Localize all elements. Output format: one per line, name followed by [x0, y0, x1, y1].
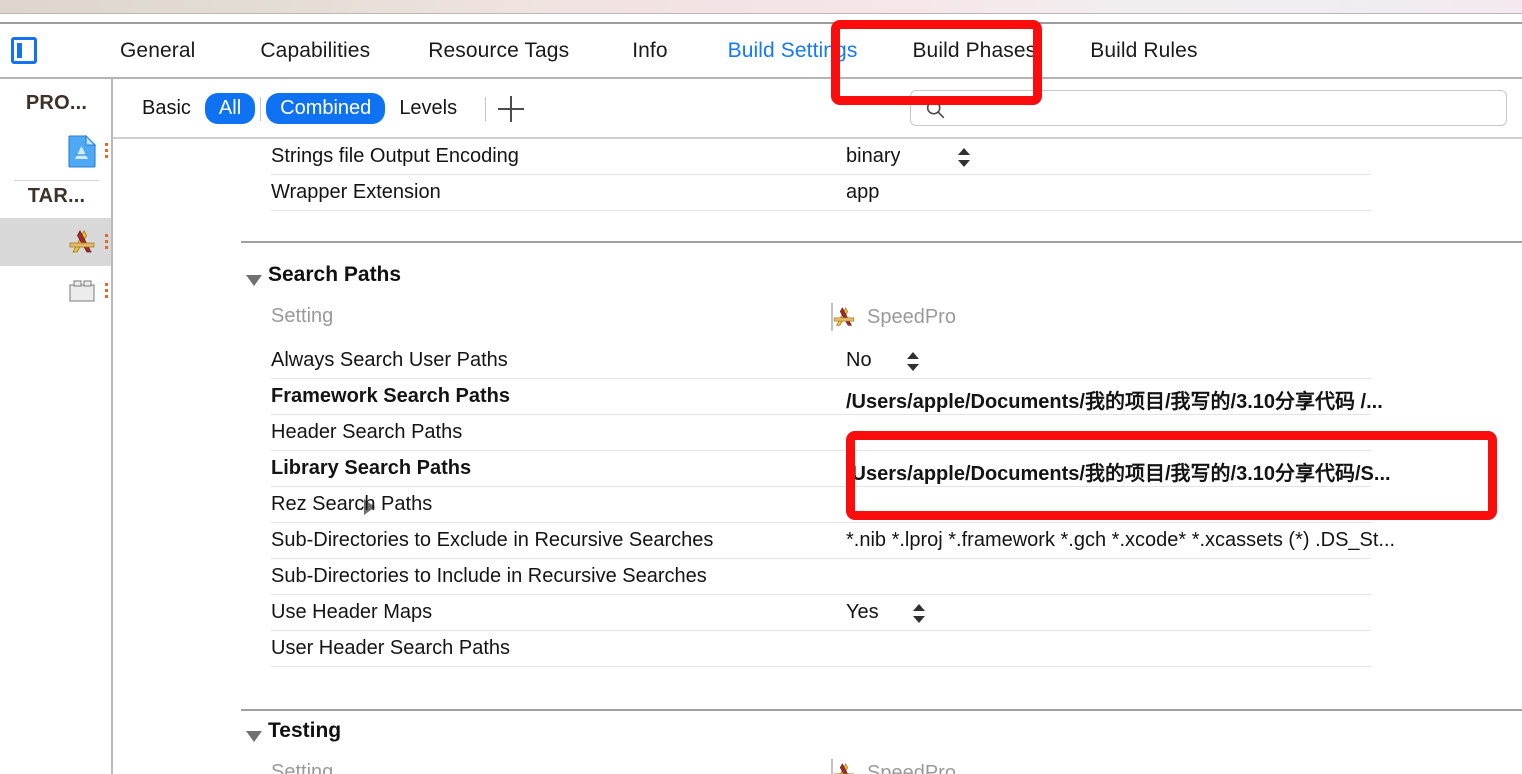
- setting-name: Library Search Paths: [271, 457, 471, 480]
- table-row[interactable]: Wrapper Extension app: [113, 175, 1522, 211]
- row-divider: [271, 210, 1371, 211]
- column-header-target-label: SpeedPro: [867, 306, 956, 329]
- tab-build-settings[interactable]: Build Settings: [728, 39, 858, 63]
- xcode-app-target-icon: [65, 225, 99, 259]
- setting-name: Wrapper Extension: [271, 181, 441, 204]
- column-header-target-label: SpeedPro: [867, 762, 956, 774]
- setting-name: User Header Search Paths: [271, 637, 510, 660]
- sidebar-item-project[interactable]: [0, 127, 111, 175]
- table-row[interactable]: Library Search Paths /Users/apple/Docume…: [113, 451, 1522, 487]
- show-navigator-icon[interactable]: [11, 37, 37, 64]
- editor-tab-bar: General Capabilities Resource Tags Info …: [0, 24, 1522, 78]
- segment-basic[interactable]: Basic: [128, 93, 205, 124]
- setting-value[interactable]: Yes: [846, 601, 879, 624]
- setting-name: Rez Search Paths: [271, 493, 432, 516]
- xcode-project-editor-window: General Capabilities Resource Tags Info …: [0, 0, 1522, 774]
- tab-build-phases[interactable]: Build Phases: [912, 39, 1036, 63]
- segment-separator-1: [260, 97, 261, 121]
- xcode-app-target-icon: [830, 303, 858, 331]
- table-row[interactable]: Strings file Output Encoding binary: [113, 139, 1522, 175]
- table-row[interactable]: User Header Search Paths: [113, 631, 1522, 667]
- segment-levels[interactable]: Levels: [385, 93, 471, 124]
- sidebar-section-targets: TAR...: [0, 185, 113, 208]
- column-header-target: SpeedPro: [830, 303, 956, 331]
- column-header-target: SpeedPro: [830, 759, 956, 774]
- add-build-setting-button[interactable]: [498, 96, 524, 122]
- setting-name: Framework Search Paths: [271, 385, 510, 408]
- editor-tabs: General Capabilities Resource Tags Info …: [120, 24, 1198, 78]
- setting-value[interactable]: app: [846, 181, 879, 204]
- setting-name: Use Header Maps: [271, 601, 432, 624]
- setting-value[interactable]: /Users/apple/Documents/我的项目/我写的/3.10分享代码…: [846, 457, 1391, 486]
- setting-name: Sub-Directories to Include in Recursive …: [271, 565, 707, 588]
- setting-value[interactable]: *.nib *.lproj *.framework *.gch *.xcode*…: [846, 529, 1395, 552]
- xcode-test-bundle-icon: [65, 274, 99, 308]
- chevron-down-icon[interactable]: [246, 275, 262, 286]
- project-status-dots: [105, 143, 108, 159]
- sidebar-item-target-tests[interactable]: [0, 267, 111, 315]
- column-header-setting: Setting: [271, 305, 333, 328]
- stepper-icon[interactable]: [907, 352, 920, 371]
- sidebar-divider: [14, 180, 99, 181]
- segment-combined[interactable]: Combined: [266, 93, 385, 124]
- column-header-setting: Setting: [271, 761, 333, 774]
- build-settings-list[interactable]: Strings file Output Encoding binary Wrap…: [113, 139, 1522, 774]
- table-row[interactable]: Always Search User Paths No: [113, 343, 1522, 379]
- build-settings-filter-bar: Basic All Combined Levels: [113, 79, 1522, 138]
- section-separator: [241, 709, 1522, 711]
- setting-name: Strings file Output Encoding: [271, 145, 519, 168]
- build-settings-segmented-controls: Basic All Combined Levels: [128, 79, 524, 138]
- window-top-gradient-strip: [0, 0, 1522, 13]
- tab-capabilities[interactable]: Capabilities: [260, 39, 370, 63]
- table-row[interactable]: Rez Search Paths: [113, 487, 1522, 523]
- chevron-down-icon[interactable]: [246, 731, 262, 742]
- build-settings-search-field[interactable]: [910, 90, 1507, 126]
- table-row[interactable]: Sub-Directories to Exclude in Recursive …: [113, 523, 1522, 559]
- section-separator: [241, 241, 1522, 243]
- xcode-app-target-icon: [830, 759, 858, 774]
- section-title-testing: Testing: [268, 719, 341, 743]
- table-row[interactable]: Use Header Maps Yes: [113, 595, 1522, 631]
- target-status-dots: [105, 234, 108, 250]
- segment-all[interactable]: All: [205, 93, 255, 124]
- setting-value[interactable]: binary: [846, 145, 900, 168]
- tab-info[interactable]: Info: [632, 39, 667, 63]
- section-title-search-paths: Search Paths: [268, 263, 401, 287]
- setting-name: Header Search Paths: [271, 421, 462, 444]
- setting-name: Sub-Directories to Exclude in Recursive …: [271, 529, 713, 552]
- segment-separator-2: [485, 97, 486, 121]
- table-row[interactable]: Framework Search Paths /Users/apple/Docu…: [113, 379, 1522, 415]
- tests-status-dots: [105, 283, 108, 299]
- table-row[interactable]: Sub-Directories to Include in Recursive …: [113, 559, 1522, 595]
- xcode-project-icon: [65, 134, 99, 168]
- tab-general[interactable]: General: [120, 39, 195, 63]
- stepper-icon[interactable]: [958, 148, 971, 167]
- stepper-icon[interactable]: [913, 604, 926, 623]
- search-icon: [925, 99, 947, 121]
- tab-build-rules[interactable]: Build Rules: [1090, 39, 1197, 63]
- setting-name: Always Search User Paths: [271, 349, 508, 372]
- setting-value[interactable]: /Users/apple/Documents/我的项目/我写的/3.10分享代码…: [846, 385, 1383, 414]
- setting-value[interactable]: No: [846, 349, 872, 372]
- project-targets-sidebar: PRO... TAR...: [0, 79, 113, 774]
- row-divider: [271, 666, 1371, 667]
- table-row[interactable]: Header Search Paths: [113, 415, 1522, 451]
- tab-resource-tags[interactable]: Resource Tags: [428, 39, 569, 63]
- sidebar-section-project: PRO...: [0, 92, 113, 115]
- sidebar-item-target-app[interactable]: [0, 218, 111, 266]
